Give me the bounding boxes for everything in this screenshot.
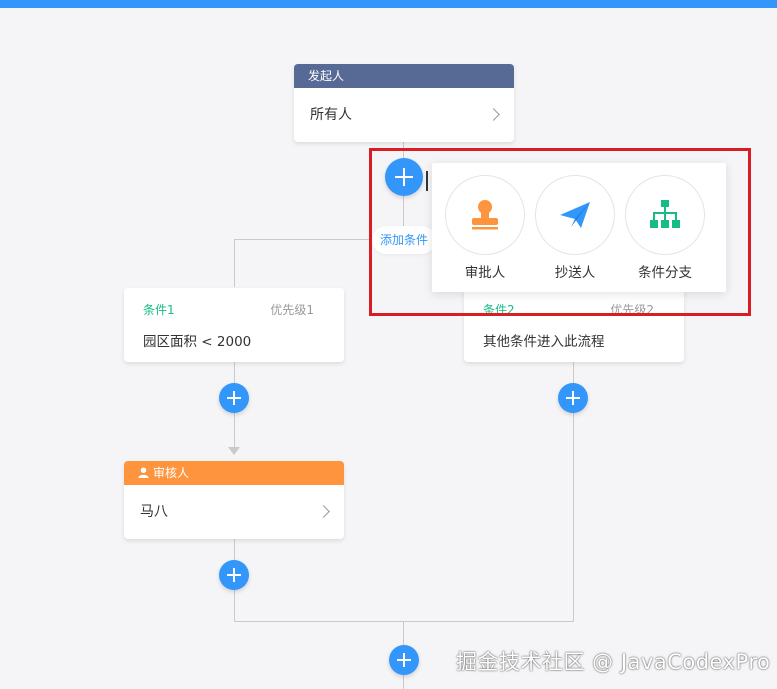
approver-node-header: 审核人 <box>153 466 190 480</box>
chevron-right-icon <box>317 505 330 518</box>
start-node[interactable]: 发起人 所有人 <box>294 64 514 142</box>
flow-arrow-icon <box>228 447 240 455</box>
connector-line <box>234 239 235 287</box>
condition-title: 条件1 <box>143 303 175 317</box>
user-icon <box>138 467 149 478</box>
approver-node-content: 马八 <box>140 504 168 520</box>
top-accent-bar <box>0 0 777 8</box>
condition-content: 园区面积 < 2000 <box>143 334 252 350</box>
add-node-button[interactable] <box>219 383 249 413</box>
highlight-box <box>369 148 751 316</box>
watermark: 掘金技术社区 @ JavaCodexPro <box>456 650 771 674</box>
start-node-header: 发起人 <box>294 64 514 88</box>
condition-node-1[interactable]: 条件1 优先级1 园区面积 < 2000 <box>124 288 344 362</box>
connector-line <box>234 621 574 622</box>
add-node-button[interactable] <box>219 560 249 590</box>
add-node-button[interactable] <box>558 383 588 413</box>
start-node-content: 所有人 <box>310 107 352 123</box>
chevron-right-icon <box>487 108 500 121</box>
approver-node[interactable]: 审核人 马八 <box>124 461 344 539</box>
condition-priority: 优先级1 <box>270 303 314 317</box>
add-node-button[interactable] <box>389 645 419 675</box>
condition-content: 其他条件进入此流程 <box>483 334 605 350</box>
